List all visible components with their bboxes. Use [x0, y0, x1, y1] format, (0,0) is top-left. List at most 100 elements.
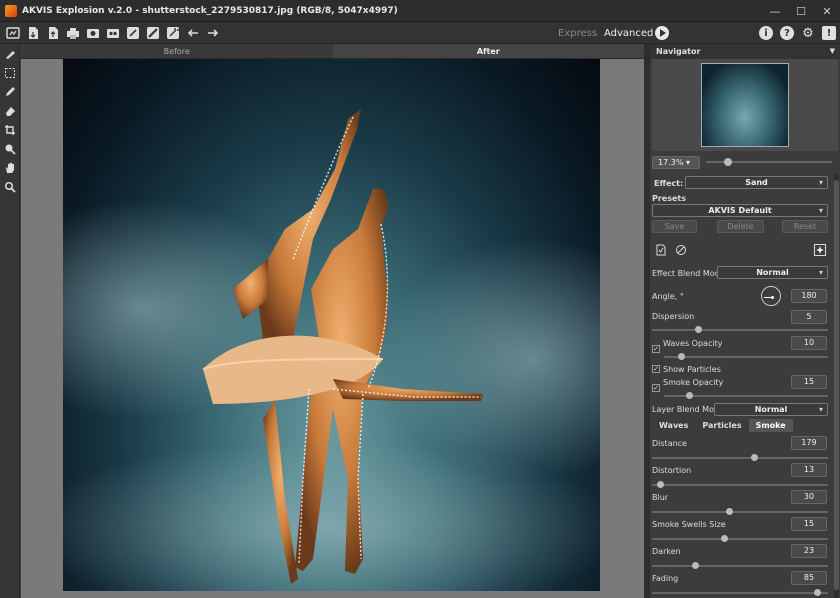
hand-icon[interactable] — [0, 158, 20, 177]
tab-before[interactable]: Before — [21, 44, 333, 59]
view-tabs: Before After — [21, 44, 644, 59]
smoke-swells-slider[interactable] — [652, 535, 828, 542]
zoom-dropdown[interactable]: 17.3% ▾ — [652, 155, 700, 169]
save-preset-button[interactable]: Save — [652, 220, 697, 233]
darken-input[interactable]: 23 — [791, 544, 827, 558]
smoke-opacity-checkbox[interactable]: ✓ — [652, 384, 660, 392]
ballet-photo — [63, 59, 600, 591]
open-icon[interactable] — [6, 26, 20, 40]
dispersion-input[interactable]: 5 — [791, 310, 827, 324]
distance-knob[interactable] — [751, 454, 758, 461]
share-icon[interactable] — [106, 26, 120, 40]
settings-scrollbar[interactable] — [834, 174, 839, 598]
magic-icon[interactable] — [166, 26, 180, 40]
settings-panel: Navigator ▼ 17.3% ▾ Effect: Sand Presets… — [650, 44, 840, 598]
blur-input[interactable]: 30 — [791, 490, 827, 504]
smoke-opacity-slider[interactable] — [664, 392, 828, 399]
preset-select[interactable]: AKVIS Default — [652, 204, 828, 217]
tab-smoke[interactable]: Smoke — [748, 419, 793, 432]
effect-label: Effect: — [654, 179, 684, 188]
effect-select[interactable]: Sand — [685, 176, 828, 189]
distance-input[interactable]: 179 — [791, 436, 827, 450]
navigator-preview[interactable] — [652, 59, 838, 151]
quick-selection-icon[interactable] — [0, 44, 20, 63]
waves-opacity-checkbox[interactable]: ✓ — [652, 345, 660, 353]
zoom-slider[interactable] — [706, 158, 832, 166]
effect-preview-icon[interactable] — [814, 244, 826, 256]
distortion-slider[interactable] — [652, 481, 828, 488]
settings-scrollbar-thumb[interactable] — [834, 180, 839, 590]
navigator-thumbnail[interactable] — [701, 63, 789, 147]
settings-icon[interactable]: ⚙ — [801, 26, 815, 41]
express-mode-button[interactable]: Express — [558, 22, 597, 44]
brush-icon[interactable] — [126, 26, 140, 40]
angle-input[interactable]: 180 — [791, 289, 827, 303]
angle-dial[interactable] — [761, 286, 781, 306]
zoom-slider-knob[interactable] — [723, 158, 732, 166]
distance-slider[interactable] — [652, 454, 828, 461]
pencil-icon[interactable] — [0, 82, 20, 101]
presets-label: Presets — [652, 194, 687, 203]
zoom-icon[interactable] — [0, 177, 20, 196]
show-particles-label: Show Particles — [663, 365, 721, 374]
save-icon[interactable] — [26, 26, 40, 40]
color-picker-icon[interactable] — [0, 139, 20, 158]
smoke-opacity-knob[interactable] — [686, 392, 693, 399]
navigator-title: Navigator — [656, 47, 701, 56]
zoom-row: 17.3% ▾ — [652, 154, 838, 170]
distortion-knob[interactable] — [657, 481, 664, 488]
minimize-button[interactable]: — — [762, 0, 788, 22]
main-toolbar: Express Advanced i ? ⚙ ! — [0, 22, 840, 44]
advanced-mode-button[interactable]: Advanced — [604, 22, 653, 44]
eraser-icon[interactable] — [146, 26, 160, 40]
show-particles-checkbox[interactable]: ✓ — [652, 365, 660, 373]
help-icon[interactable]: ? — [780, 26, 794, 40]
waves-opacity-slider[interactable] — [664, 353, 828, 360]
tab-after[interactable]: After — [332, 44, 644, 59]
tab-particles[interactable]: Particles — [695, 419, 748, 432]
smoke-swells-input[interactable]: 15 — [791, 517, 827, 531]
fading-slider[interactable] — [652, 589, 828, 596]
info-icon[interactable]: i — [759, 26, 773, 40]
image-canvas[interactable] — [21, 59, 644, 598]
blur-knob[interactable] — [726, 508, 733, 515]
batch-icon[interactable] — [86, 26, 100, 40]
print-icon[interactable] — [66, 26, 80, 40]
blend-mode-select[interactable]: Normal — [717, 266, 828, 279]
waves-opacity-label: Waves Opacity — [663, 339, 723, 348]
tab-waves[interactable]: Waves — [652, 419, 695, 432]
collapse-icon[interactable]: ▼ — [830, 44, 835, 59]
close-button[interactable]: ✕ — [814, 0, 840, 22]
feedback-icon[interactable]: ! — [822, 26, 836, 40]
distortion-input[interactable]: 13 — [791, 463, 827, 477]
dispersion-knob[interactable] — [695, 326, 702, 333]
maximize-button[interactable]: ☐ — [788, 0, 814, 22]
document-check-icon[interactable] — [655, 244, 667, 256]
smoke-swells-knob[interactable] — [721, 535, 728, 542]
waves-opacity-knob[interactable] — [678, 353, 685, 360]
export-icon[interactable] — [46, 26, 60, 40]
distortion-label: Distortion — [652, 466, 692, 475]
smoke-opacity-input[interactable]: 15 — [791, 375, 827, 389]
fading-knob[interactable] — [814, 589, 821, 596]
selection-icon[interactable] — [0, 63, 20, 82]
blur-label: Blur — [652, 493, 669, 502]
window-title: AKVIS Explosion v.2.0 - shutterstock_227… — [22, 5, 398, 16]
eraser-icon[interactable] — [0, 101, 20, 120]
crop-icon[interactable] — [0, 120, 20, 139]
waves-opacity-input[interactable]: 10 — [791, 336, 827, 350]
blur-slider[interactable] — [652, 508, 828, 515]
darken-knob[interactable] — [692, 562, 699, 569]
undo-icon[interactable] — [186, 26, 200, 40]
delete-preset-button[interactable]: Delete — [717, 220, 764, 233]
redo-icon[interactable] — [206, 26, 220, 40]
tools-panel — [0, 44, 20, 598]
dispersion-slider[interactable] — [652, 326, 828, 333]
run-icon[interactable] — [655, 26, 669, 40]
reset-preset-button[interactable]: Reset — [782, 220, 828, 233]
app-logo-icon — [5, 4, 17, 17]
darken-slider[interactable] — [652, 562, 828, 569]
layer-blend-select[interactable]: Normal — [714, 403, 828, 416]
cancel-icon[interactable] — [675, 244, 687, 256]
fading-input[interactable]: 85 — [791, 571, 827, 585]
